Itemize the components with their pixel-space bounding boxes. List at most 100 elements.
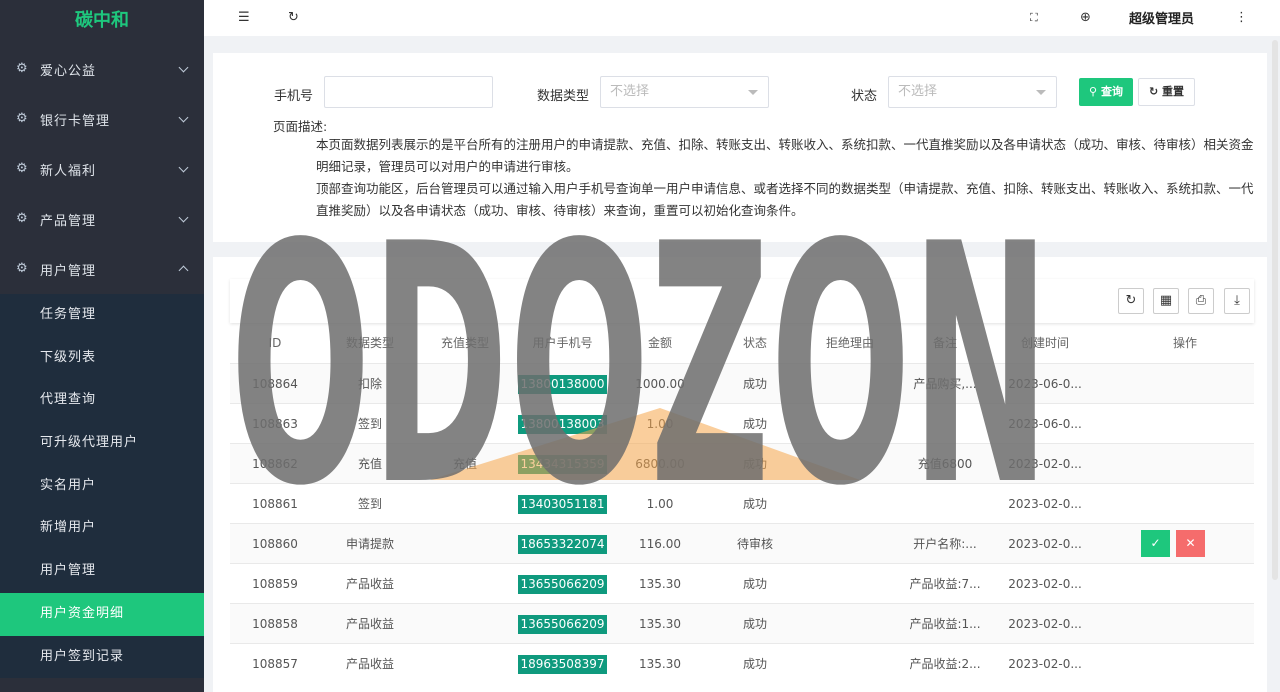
cell-note: 产品收益:1...	[909, 617, 981, 631]
table-row[interactable]: 108857 产品收益 18963508397 135.30 成功 产品收益:2... 20…	[230, 643, 1254, 683]
sidebar-item-verified-users[interactable]: 实名用户	[0, 465, 204, 508]
cell-note: 产品收益:7...	[909, 577, 981, 591]
app-logo[interactable]: 碳中和	[0, 0, 204, 44]
cell-status: 成功	[742, 377, 767, 391]
table-row[interactable]: 108863 签到 13800138003 1.00 成功 2023-06-0...	[230, 403, 1254, 443]
table-row[interactable]: 108864 扣除 13800138000 1000.00 成功 产品购买,... 2023…	[230, 363, 1254, 403]
page-scrollbar[interactable]	[1272, 40, 1278, 580]
sidebar-group-users[interactable]: ⚙ 用户管理	[0, 244, 204, 294]
cell-phone: 13800138000	[510, 364, 615, 404]
phone-input[interactable]	[324, 76, 493, 108]
status-placeholder: 不选择	[898, 84, 938, 99]
print-button[interactable]: ⎙	[1188, 288, 1214, 314]
sidebar-group-charity[interactable]: ⚙ 爱心公益	[0, 44, 204, 94]
column-toggle-button[interactable]: ▦	[1153, 288, 1179, 314]
cell-id: 108860	[252, 537, 298, 551]
cell-reject-reason	[805, 644, 895, 684]
search-button[interactable]: ⚲ 查询	[1079, 78, 1133, 106]
globe-icon[interactable]: ⊕	[1080, 9, 1091, 27]
cell-id: 108863	[252, 417, 298, 431]
table-row[interactable]: 108860 申请提款 18653322074 116.00 待审核 开户名称:... 20…	[230, 523, 1254, 563]
data-type-label: 数据类型	[537, 89, 590, 104]
sidebar-group-newbie-welfare[interactable]: ⚙ 新人福利	[0, 144, 204, 194]
cell-recharge-type: 充值	[452, 457, 477, 471]
phone-badge[interactable]: 13403051181	[517, 495, 608, 514]
cell-data-type: 签到	[357, 497, 382, 511]
search-panel: 手机号 数据类型 不选择 状态 不选择 ⚲ 查询 ↻ 重置 页面描述: 本页面数…	[213, 53, 1267, 242]
phone-badge[interactable]: 18653322074	[517, 535, 608, 554]
export-button[interactable]: ⤓	[1224, 288, 1250, 314]
description-line-1: 本页面数据列表展示的是平台所有的注册用户的申请提款、充值、扣除、转账支出、转账收…	[316, 137, 1254, 152]
sidebar-item-task-management[interactable]: 任务管理	[0, 294, 204, 337]
cell-note: 产品购买,...	[913, 377, 977, 391]
table-row[interactable]: 108858 产品收益 13655066209 135.30 成功 产品收益:1... 20…	[230, 603, 1254, 643]
table-row[interactable]: 108862 充值 充值 13434315359 6800.00 成功 充值6800 2023…	[230, 443, 1254, 483]
more-vertical-icon[interactable]: ⋮	[1235, 9, 1248, 27]
th-amount: 金额	[647, 336, 672, 350]
th-status: 状态	[742, 336, 767, 350]
table-row[interactable]: 108861 签到 13403051181 1.00 成功 2023-02-0...	[230, 483, 1254, 523]
search-icon: ⚲	[1089, 85, 1098, 98]
cell-created-time: 2023-02-0...	[1008, 457, 1082, 471]
sidebar-group-label: 新人福利	[40, 163, 97, 179]
cell-reject-reason	[805, 564, 895, 604]
sidebar-group-label: 银行卡管理	[40, 113, 111, 129]
sidebar-item-new-users[interactable]: 新增用户	[0, 507, 204, 550]
admin-username[interactable]: 超级管理员	[1129, 8, 1194, 27]
reject-button[interactable]: ✕	[1176, 530, 1205, 557]
cell-id: 108862	[252, 457, 298, 471]
sidebar-item-user-management[interactable]: 用户管理	[0, 550, 204, 593]
cell-id: 108864	[252, 377, 298, 391]
sidebar-group-bank-card[interactable]: ⚙ 银行卡管理	[0, 94, 204, 144]
phone-badge[interactable]: 18963508397	[517, 655, 608, 674]
reset-icon: ↻	[1148, 85, 1159, 98]
sidebar-item-subordinate-list[interactable]: 下级列表	[0, 337, 204, 380]
sidebar-item-upgradable-agents[interactable]: 可升级代理用户	[0, 422, 204, 465]
cell-data-type: 申请提款	[345, 537, 394, 551]
phone-badge[interactable]: 13800138000	[517, 375, 608, 394]
cell-note	[895, 404, 995, 444]
phone-badge[interactable]: 13800138003	[517, 415, 608, 434]
phone-badge[interactable]: 13655066209	[517, 575, 608, 594]
table-panel: ↻ ▦ ⎙ ⤓ ID 数据类型 充值类型 用户手机号 金额 状态 拒绝理由 备注…	[213, 257, 1267, 692]
cell-phone: 13434315359	[510, 444, 615, 484]
reset-button[interactable]: ↻ 重置	[1138, 78, 1195, 106]
caret-down-icon	[748, 90, 758, 95]
approve-button[interactable]: ✓	[1141, 530, 1170, 557]
table-row[interactable]: 108859 产品收益 13655066209 135.30 成功 产品收益:7... 20…	[230, 563, 1254, 603]
menu-fold-icon[interactable]: ☰	[238, 9, 250, 27]
description-line-3: 顶部查询功能区，后台管理员可以通过输入用户手机号查询单一用户申请信息、或者选择不…	[316, 181, 1254, 196]
sidebar-item-checkin-records[interactable]: 用户签到记录	[0, 636, 204, 679]
cell-data-type: 扣除	[357, 377, 382, 391]
phone-badge[interactable]: 13434315359	[517, 455, 608, 474]
sidebar-group-label: 产品管理	[40, 213, 97, 229]
data-type-placeholder: 不选择	[610, 84, 650, 99]
sidebar-item-agent-query[interactable]: 代理查询	[0, 379, 204, 422]
chevron-down-icon	[178, 164, 188, 174]
sidebar-item-user-funds[interactable]: 用户资金明细	[0, 592, 204, 636]
cell-amount: 6800.00	[635, 457, 685, 471]
phone-badge[interactable]: 13655066209	[517, 615, 608, 634]
cell-phone: 18963508397	[510, 644, 615, 684]
th-note: 备注	[932, 336, 957, 350]
data-type-select[interactable]: 不选择	[600, 76, 769, 108]
phone-label: 手机号	[274, 89, 314, 104]
cell-reject-reason	[805, 604, 895, 644]
cell-status: 成功	[742, 497, 767, 511]
gear-icon: ⚙	[16, 211, 28, 226]
refresh-icon[interactable]: ↻	[288, 9, 299, 27]
gear-icon: ⚙	[16, 61, 28, 76]
sidebar-group-products[interactable]: ⚙ 产品管理	[0, 194, 204, 244]
cell-note: 开户名称:...	[913, 537, 977, 551]
cell-phone: 18653322074	[510, 524, 615, 564]
cell-recharge-type	[420, 644, 510, 684]
cell-amount: 1.00	[646, 497, 674, 511]
th-created-time: 创建时间	[1020, 336, 1069, 350]
cell-recharge-type	[420, 564, 510, 604]
status-select[interactable]: 不选择	[888, 76, 1057, 108]
cell-recharge-type	[420, 364, 510, 404]
fullscreen-icon[interactable]: ⛶	[1030, 9, 1038, 27]
sidebar-group-label: 用户管理	[40, 263, 97, 279]
table-refresh-button[interactable]: ↻	[1118, 288, 1144, 314]
cell-amount: 135.30	[639, 657, 681, 671]
